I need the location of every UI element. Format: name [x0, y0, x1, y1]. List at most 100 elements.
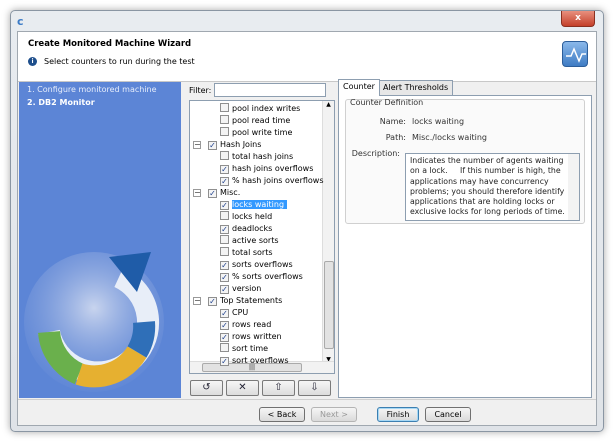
tree-item[interactable]: pool index writes [220, 103, 300, 115]
tree-item[interactable]: locks held [220, 211, 272, 223]
checkbox[interactable]: ✓ [220, 321, 229, 330]
collapse-icon[interactable]: − [193, 297, 201, 305]
tree-item-label: deadlocks [232, 224, 273, 233]
tree-item-label: rows written [232, 332, 282, 341]
counter-panel: Counter Definition Name: locks waiting P… [338, 95, 592, 398]
tree-item[interactable]: pool write time [220, 127, 292, 139]
counter-definition-group: Counter Definition Name: locks waiting P… [345, 98, 585, 224]
tree-item-label: Top Statements [220, 296, 283, 305]
tree-item-label: hash joins overflows [232, 164, 314, 173]
tree-item[interactable]: ✓ CPU [220, 307, 248, 319]
checkbox[interactable]: ✓ [220, 309, 229, 318]
checkbox[interactable]: ✓ [220, 357, 229, 366]
steps-sidebar: 1. Configure monitored machine 2. DB2 Mo… [19, 82, 181, 398]
checkbox[interactable] [220, 151, 229, 160]
tree-item[interactable]: ✓ locks waiting [220, 199, 288, 211]
collapse-icon[interactable]: − [193, 189, 201, 197]
app-logo-icon: c [17, 15, 24, 28]
reset-button[interactable]: ↺ [190, 380, 223, 396]
checkbox[interactable]: ✓ [220, 261, 229, 270]
tree-item-label: locks waiting [232, 200, 288, 209]
cancel-button[interactable]: Cancel [425, 407, 471, 422]
finish-button[interactable]: Finish [377, 407, 419, 422]
checkbox[interactable]: ✓ [220, 201, 229, 210]
checkbox[interactable] [220, 235, 229, 244]
checkbox[interactable]: ✓ [220, 333, 229, 342]
tree-item-label: total sorts [232, 248, 273, 257]
tree-item[interactable]: sort time [220, 343, 268, 355]
wizard-header: Create Monitored Machine Wizard i Select… [18, 32, 596, 82]
next-button[interactable]: Next > [311, 407, 357, 422]
name-value: locks waiting [412, 117, 465, 126]
tree-item[interactable]: ✓% sorts overflows [220, 271, 303, 283]
tree-item[interactable]: ✓ sorts overflows [220, 259, 293, 271]
checkbox[interactable]: ✓ [220, 177, 229, 186]
checkbox[interactable] [220, 343, 229, 352]
description-label: Description: [351, 149, 400, 158]
tree-item-label: % hash joins overflows [232, 176, 324, 185]
remove-button[interactable]: ✕ [226, 380, 259, 396]
tree-item-label: version [232, 284, 262, 293]
tree-vertical-scrollbar[interactable]: ▲ ▼ [322, 101, 334, 363]
checkbox[interactable]: ✓ [220, 165, 229, 174]
tab-counter[interactable]: Counter [338, 79, 380, 96]
group-label: Counter Definition [350, 98, 424, 107]
description-textarea[interactable]: Indicates the number of agents waiting o… [405, 153, 580, 221]
description-scrollbar[interactable] [568, 154, 579, 220]
name-label: Name: [379, 117, 406, 126]
tree-item-label: pool write time [232, 128, 293, 137]
checkbox[interactable]: ✓ [208, 141, 217, 150]
tree-item-label: sort overflows [232, 356, 289, 365]
checkbox[interactable] [220, 115, 229, 124]
tree-item-label: pool index writes [232, 104, 301, 113]
tree-item[interactable]: ✓ sort overflows [220, 355, 289, 367]
wizard-footer: < Back Next > Finish Cancel [18, 399, 596, 426]
wizard-window: c x Create Monitored Machine Wizard i Se… [10, 10, 604, 432]
tree-item-label: sorts overflows [232, 260, 293, 269]
tree-item[interactable]: total hash joins [220, 151, 293, 163]
checkbox[interactable] [220, 127, 229, 136]
scroll-up-icon[interactable]: ▲ [323, 101, 334, 108]
tree-item[interactable]: ✓ rows written [220, 331, 282, 343]
tree-item[interactable]: total sorts [220, 247, 273, 259]
tree-item[interactable]: active sorts [220, 235, 279, 247]
tree-item-label: pool read time [232, 116, 291, 125]
checkbox[interactable]: ✓ [220, 225, 229, 234]
counter-tree[interactable]: ▲ ▼ ||| pool index writes pool read time p… [189, 100, 335, 374]
tree-item[interactable]: pool read time [220, 115, 290, 127]
tree-item[interactable]: ✓ Misc. [208, 187, 240, 199]
checkbox[interactable] [220, 103, 229, 112]
description-text: Indicates the number of agents waiting o… [410, 156, 567, 217]
tree-item-label: CPU [232, 308, 249, 317]
tree-item[interactable]: ✓ Top Statements [208, 295, 282, 307]
tree-item[interactable]: ✓ Hash Joins [208, 139, 261, 151]
checkbox[interactable] [220, 247, 229, 256]
tree-item-label: locks held [232, 212, 273, 221]
export-button[interactable]: ⇧ [262, 380, 295, 396]
scroll-thumb[interactable] [324, 261, 334, 349]
tree-item-label: % sorts overflows [232, 272, 303, 281]
checkbox[interactable]: ✓ [208, 189, 217, 198]
tree-item[interactable]: ✓ rows read [220, 319, 271, 331]
wizard-client: Create Monitored Machine Wizard i Select… [17, 31, 597, 426]
checkbox[interactable]: ✓ [220, 285, 229, 294]
filter-input[interactable] [214, 83, 326, 97]
checkbox[interactable] [220, 211, 229, 220]
checkbox[interactable]: ✓ [208, 297, 217, 306]
close-button[interactable]: x [561, 11, 595, 27]
import-button[interactable]: ⇩ [298, 380, 331, 396]
monitor-wave-icon [562, 41, 588, 67]
tree-item[interactable]: ✓ version [220, 283, 261, 295]
tree-item-label: active sorts [232, 236, 279, 245]
checkbox[interactable]: ✓ [220, 273, 229, 282]
tab-alert-thresholds[interactable]: Alert Thresholds [378, 80, 454, 95]
tree-item-label: sort time [232, 344, 269, 353]
tree-item[interactable]: ✓ hash joins overflows [220, 163, 313, 175]
tree-item-label: total hash joins [232, 152, 294, 161]
back-button[interactable]: < Back [259, 407, 305, 422]
tree-item[interactable]: ✓% hash joins overflows [220, 175, 324, 187]
tree-item[interactable]: ✓ deadlocks [220, 223, 272, 235]
collapse-icon[interactable]: − [193, 141, 201, 149]
filter-label: Filter: [189, 86, 212, 95]
wizard-logo-icon [24, 252, 164, 392]
